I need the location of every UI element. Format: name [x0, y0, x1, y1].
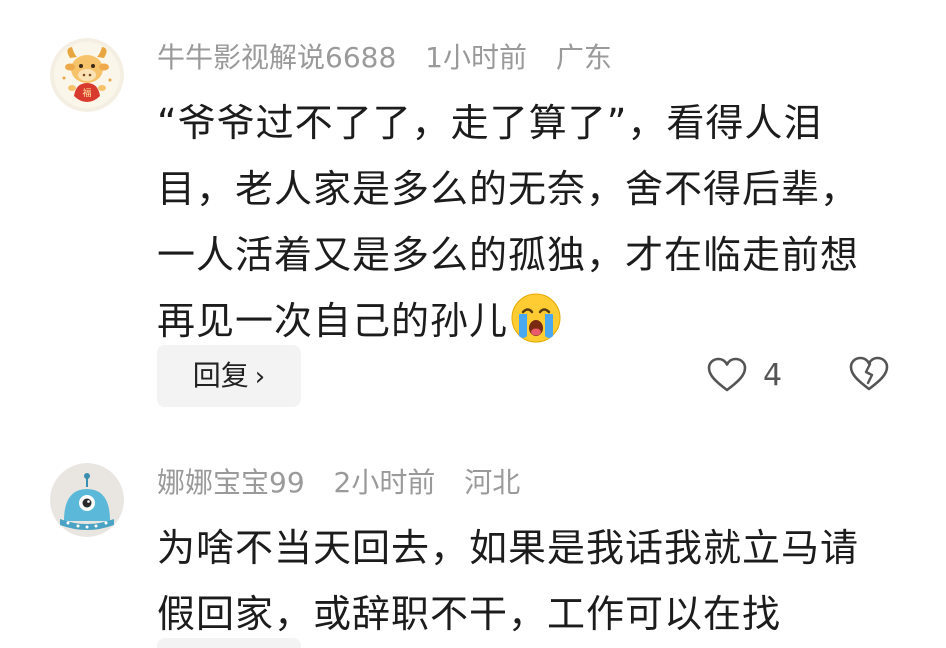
broken-heart-icon — [849, 356, 889, 391]
user-avatar[interactable] — [50, 463, 124, 537]
comment-text-container: 为啥不当天回去，如果是我话我就立马请假回家，或辞职不干，工作可以在找 — [157, 515, 887, 647]
comment-text: 为啥不当天回去，如果是我话我就立马请假回家，或辞职不干，工作可以在找 — [157, 526, 860, 636]
username[interactable]: 牛牛影视解说6688 — [157, 41, 396, 74]
timestamp: 1小时前 — [425, 41, 527, 74]
like-count: 4 — [763, 357, 783, 393]
username[interactable]: 娜娜宝宝99 — [157, 466, 305, 499]
location: 河北 — [464, 466, 521, 499]
svg-text:福: 福 — [82, 87, 91, 99]
comment-meta: 牛牛影视解说6688 1小时前 广东 — [157, 38, 632, 78]
cartoon-cow-avatar-icon: 福 — [50, 38, 124, 112]
comment-list: 福 牛牛影视解说6688 1小时前 广东 “爷爷过不了了，走了算了”，看得人泪目… — [0, 0, 946, 648]
reply-button[interactable]: 回复 › — [157, 345, 301, 407]
crying-face-emoji-icon — [511, 293, 561, 343]
chevron-right-icon: › — [254, 362, 266, 392]
reply-button[interactable] — [157, 638, 301, 648]
like-button[interactable]: 4 — [707, 355, 782, 395]
comment-text-container: “爷爷过不了了，走了算了”，看得人泪目，老人家是多么的无奈，舍不得后辈，一人活着… — [157, 90, 887, 354]
blue-alien-avatar-icon — [50, 463, 124, 537]
comment-text: “爷爷过不了了，走了算了”，看得人泪目，老人家是多么的无奈，舍不得后辈，一人活着… — [157, 101, 860, 343]
comment-meta: 娜娜宝宝99 2小时前 河北 — [157, 463, 540, 503]
reply-label: 回复 — [192, 359, 249, 392]
timestamp: 2小时前 — [333, 466, 436, 499]
location: 广东 — [555, 41, 612, 74]
user-avatar[interactable]: 福 — [50, 38, 124, 112]
heart-icon — [707, 357, 747, 392]
dislike-button[interactable] — [849, 355, 889, 395]
